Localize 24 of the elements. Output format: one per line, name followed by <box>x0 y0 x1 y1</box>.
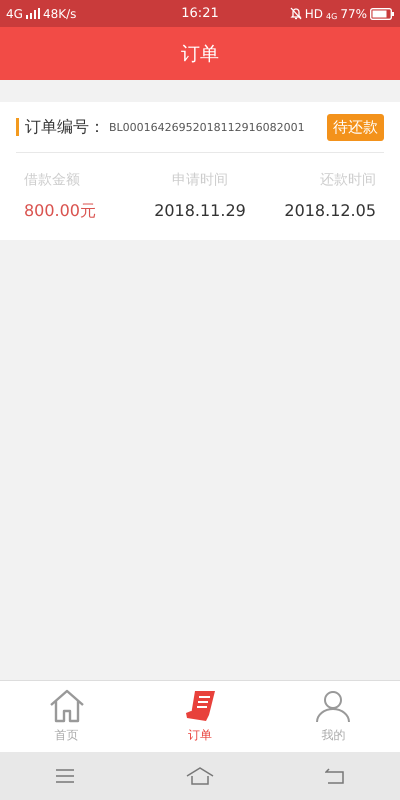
battery-icon <box>370 8 394 20</box>
status-button[interactable]: 待还款 <box>327 114 384 140</box>
date-value: 2018.12.05 <box>284 201 376 222</box>
battery-level: 77% <box>340 6 367 20</box>
network-speed: 48K/s <box>42 6 76 20</box>
clock: 16:21 <box>181 6 219 21</box>
signal-icon <box>26 8 40 19</box>
person-icon <box>315 689 352 723</box>
tab[interactable]: 我的 <box>266 681 400 752</box>
home-icon <box>48 689 85 723</box>
tab[interactable]: 首页 <box>0 681 134 752</box>
order-number: BL00016426952018112916082001 <box>109 120 306 134</box>
network-type: 4G <box>326 12 338 20</box>
page-title: 订单 <box>181 42 219 66</box>
back-icon[interactable] <box>324 768 345 784</box>
menu-icon[interactable] <box>55 768 76 784</box>
hd-label: HD <box>304 6 324 20</box>
tab[interactable]: 订单 <box>133 681 267 752</box>
mute-icon <box>290 7 302 20</box>
order-number-label: 订单编号： <box>25 116 105 138</box>
loan-amount: 800.00元 <box>24 201 96 222</box>
network-type: 4G <box>6 6 23 20</box>
home-icon[interactable] <box>186 767 214 785</box>
date-value: 2018.11.29 <box>154 201 246 222</box>
